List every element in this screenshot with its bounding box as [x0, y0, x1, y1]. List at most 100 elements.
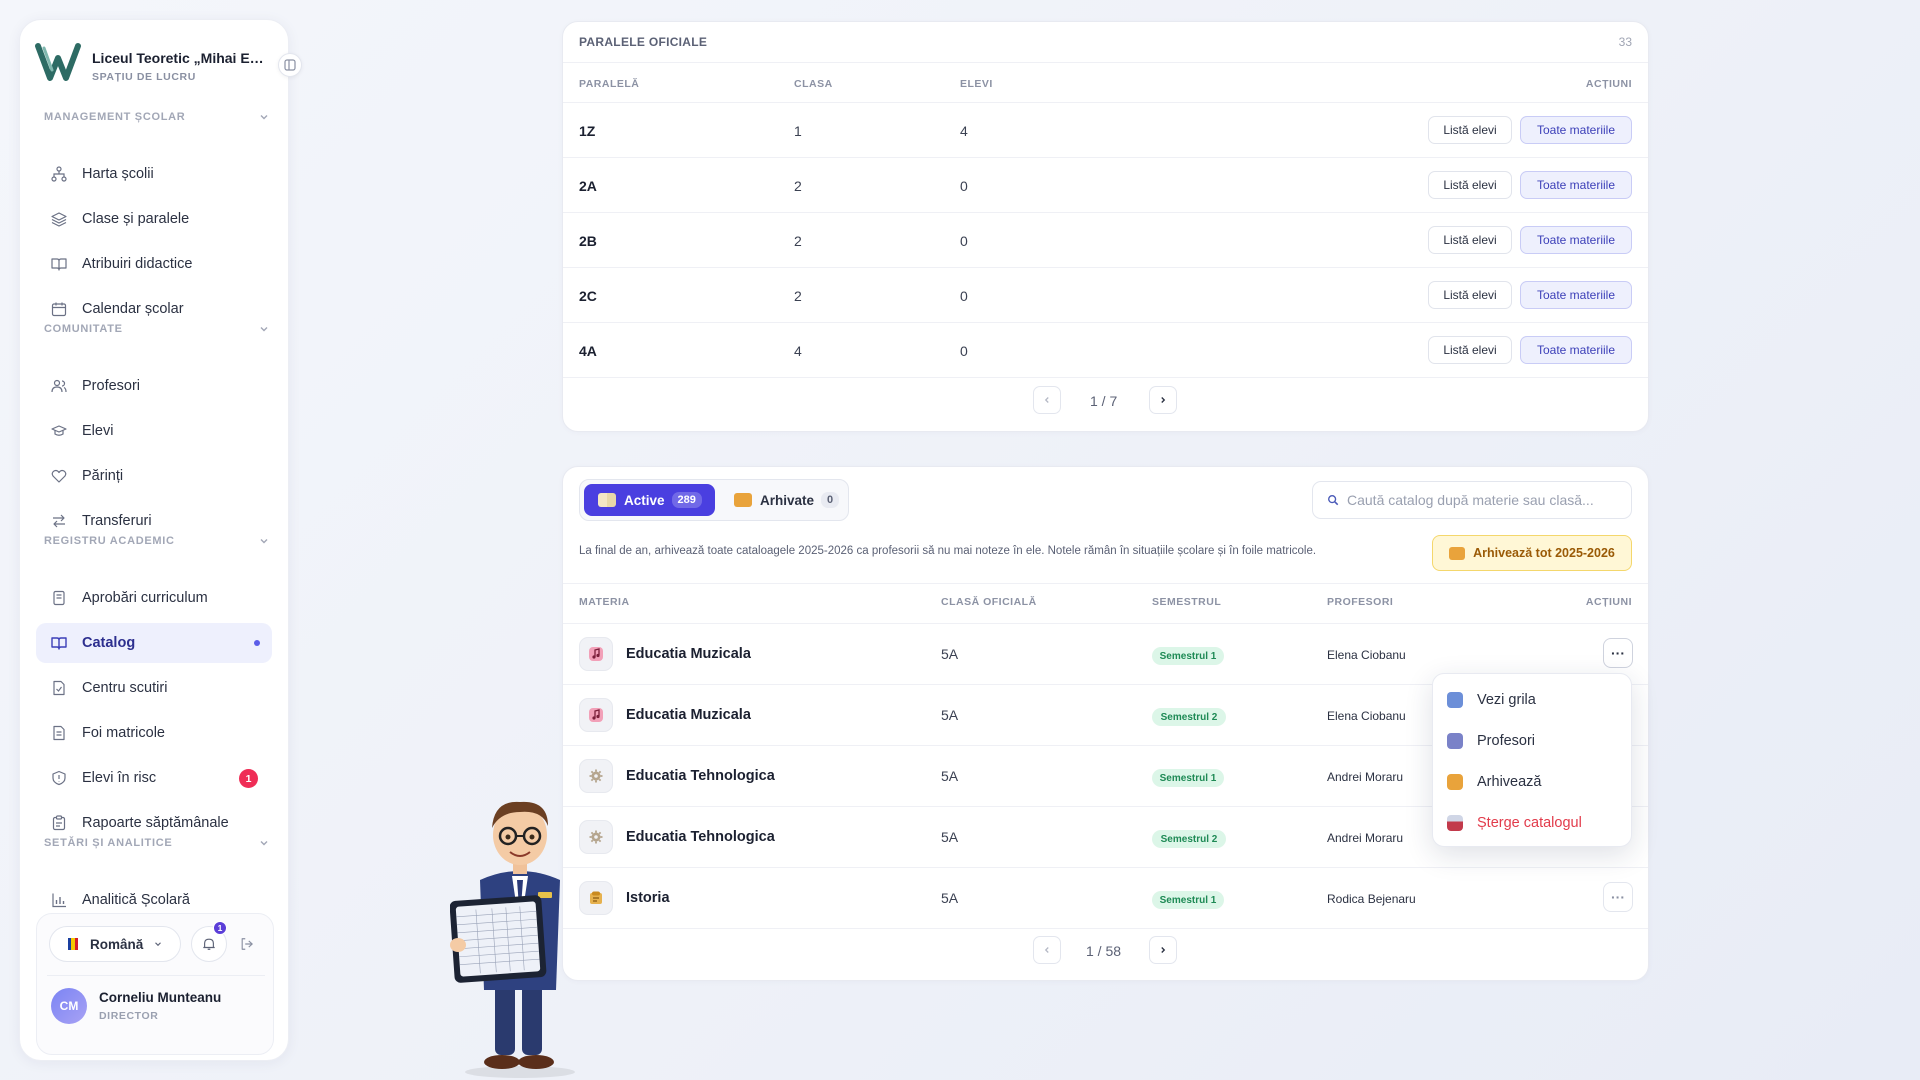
sidebar-item-elevi[interactable]: Elevi — [36, 411, 272, 451]
row-actions-button[interactable]: ··· — [1603, 882, 1633, 912]
archive-notice: La final de an, arhivează toate cataloag… — [579, 545, 1317, 557]
section-setari[interactable]: SETĂRI ȘI ANALITICE — [44, 837, 270, 849]
chevron-left-icon — [1044, 947, 1049, 953]
sidebar-item-atribuiri[interactable]: Atribuiri didactice — [36, 244, 272, 284]
chevron-down-icon — [260, 327, 268, 332]
document-check-icon — [50, 679, 68, 697]
menu-item-sterge[interactable]: Șterge catalogul — [1447, 808, 1619, 838]
sidebar-item-harta-scolii[interactable]: Harta școlii — [36, 154, 272, 194]
tab-archived[interactable]: Arhivate 0 — [726, 484, 844, 516]
sidebar-item-elevi-risc[interactable]: Elevi în risc 1 — [36, 758, 272, 798]
sidebar-item-label: Rapoarte săptămânale — [82, 815, 229, 831]
semester-badge: Semestrul 1 — [1152, 647, 1224, 665]
archive-all-button[interactable]: Arhivează tot 2025-2026 — [1432, 535, 1632, 571]
user-name: Corneliu Munteanu — [99, 990, 222, 1005]
column-header-paralela[interactable]: PARALELĂ — [579, 78, 639, 90]
book-open-icon — [50, 255, 68, 273]
avatar[interactable]: CM — [51, 988, 87, 1024]
sidebar-item-profesori[interactable]: Profesori — [36, 366, 272, 406]
mascot-teacher-illustration — [450, 801, 575, 1078]
divider — [563, 377, 1648, 378]
lista-elevi-button[interactable]: Listă elevi — [1428, 336, 1512, 364]
hierarchy-icon — [50, 165, 68, 183]
toate-materiile-button[interactable]: Toate materiile — [1520, 226, 1632, 254]
flag-romania-icon — [68, 938, 78, 950]
pager-prev-button[interactable] — [1033, 386, 1061, 414]
pager-next-button[interactable] — [1149, 386, 1177, 414]
tab-active[interactable]: Active 289 — [584, 484, 715, 516]
column-header-clasa[interactable]: CLASA — [794, 78, 833, 90]
menu-item-label: Șterge catalogul — [1477, 815, 1582, 831]
language-selector[interactable]: Română — [49, 926, 181, 962]
clipboard-icon — [50, 814, 68, 832]
chevron-down-icon — [260, 841, 268, 846]
catalog-search[interactable] — [1312, 481, 1632, 519]
sidebar-item-aprobari[interactable]: Aprobări curriculum — [36, 578, 272, 618]
sidebar-item-label: Aprobări curriculum — [82, 590, 208, 606]
toate-materiile-button[interactable]: Toate materiile — [1520, 281, 1632, 309]
sidebar-item-label: Centru scutiri — [82, 680, 168, 696]
chevron-down-icon — [155, 942, 162, 947]
divider — [563, 322, 1648, 323]
lista-elevi-button[interactable]: Listă elevi — [1428, 171, 1512, 199]
logout-button[interactable] — [237, 934, 257, 954]
column-header-semestrul[interactable]: SEMESTRUL — [1152, 596, 1221, 608]
divider — [563, 928, 1648, 929]
column-header-materia[interactable]: MATERIA — [579, 596, 630, 608]
search-input[interactable] — [1347, 492, 1617, 508]
column-header-clasa[interactable]: CLASĂ OFICIALĂ — [941, 596, 1037, 608]
sidebar-item-foi-matricole[interactable]: Foi matricole — [36, 713, 272, 753]
sidebar-item-parinti[interactable]: Părinți — [36, 456, 272, 496]
sidebar-item-label: Elevi în risc — [82, 770, 157, 786]
column-header-profesori[interactable]: PROFESORI — [1327, 596, 1393, 608]
cell-clasa: 5A — [941, 829, 959, 845]
sidebar-item-label: Harta școlii — [82, 166, 154, 182]
open-book-icon — [598, 493, 616, 507]
section-comunitate[interactable]: COMUNITATE — [44, 323, 270, 335]
menu-item-label: Vezi grila — [1477, 692, 1536, 708]
sidebar-footer: Română 1 CM Corneliu Munteanu DIRECTOR — [36, 913, 274, 1055]
cell-profesori: Elena Ciobanu — [1327, 709, 1406, 723]
cell-clasa: 1 — [794, 123, 802, 139]
cell-profesori: Andrei Moraru — [1327, 831, 1404, 845]
sidebar-item-clase-paralele[interactable]: Clase și paralele — [36, 199, 272, 239]
lista-elevi-button[interactable]: Listă elevi — [1428, 226, 1512, 254]
row-actions-button[interactable]: ··· — [1603, 638, 1633, 668]
chevron-down-icon — [260, 539, 268, 544]
menu-item-vezi-grila[interactable]: Vezi grila — [1447, 685, 1619, 715]
pager-next-button[interactable] — [1149, 936, 1177, 964]
menu-item-arhiveaza[interactable]: Arhivează — [1447, 767, 1619, 797]
menu-item-profesori[interactable]: Profesori — [1447, 726, 1619, 756]
lista-elevi-button[interactable]: Listă elevi — [1428, 281, 1512, 309]
brand[interactable]: Liceul Teoretic „Mihai Eminescu” SPAȚIU … — [34, 38, 274, 86]
toate-materiile-button[interactable]: Toate materiile — [1520, 116, 1632, 144]
grid-icon — [1447, 692, 1463, 708]
column-header-elevi[interactable]: ELEVI — [960, 78, 993, 90]
toate-materiile-button[interactable]: Toate materiile — [1520, 336, 1632, 364]
divider — [563, 157, 1648, 158]
toate-materiile-button[interactable]: Toate materiile — [1520, 171, 1632, 199]
sidebar-item-label: Elevi — [82, 423, 114, 439]
section-management[interactable]: MANAGEMENT ȘCOLAR — [44, 111, 270, 123]
cell-profesori: Andrei Moraru — [1327, 770, 1404, 784]
cell-paralela: 4A — [579, 343, 597, 359]
pager-prev-button[interactable] — [1033, 936, 1061, 964]
transfer-arrows-icon — [50, 512, 68, 530]
sidebar-item-label: Transferuri — [82, 513, 152, 529]
paralele-card: PARALELE OFICIALE 33 PARALELĂ CLASA ELEV… — [562, 21, 1649, 432]
cell-materia: Educatia Tehnologica — [626, 829, 775, 845]
search-icon — [1328, 495, 1339, 506]
workspace-label: SPAȚIU DE LUCRU — [92, 71, 196, 83]
section-registru[interactable]: REGISTRU ACADEMIC — [44, 535, 270, 547]
trash-icon — [1447, 815, 1463, 831]
cell-materia: Istoria — [626, 890, 670, 906]
collapse-sidebar-button[interactable] — [278, 53, 302, 77]
calendar-icon — [50, 300, 68, 318]
sidebar-item-centru-scutiri[interactable]: Centru scutiri — [36, 668, 272, 708]
lista-elevi-button[interactable]: Listă elevi — [1428, 116, 1512, 144]
sidebar-item-label: Foi matricole — [82, 725, 165, 741]
notifications-count-badge: 1 — [213, 921, 227, 935]
cell-paralela: 2B — [579, 233, 597, 249]
sidebar-item-catalog[interactable]: Catalog — [36, 623, 272, 663]
graduation-cap-icon — [50, 422, 68, 440]
